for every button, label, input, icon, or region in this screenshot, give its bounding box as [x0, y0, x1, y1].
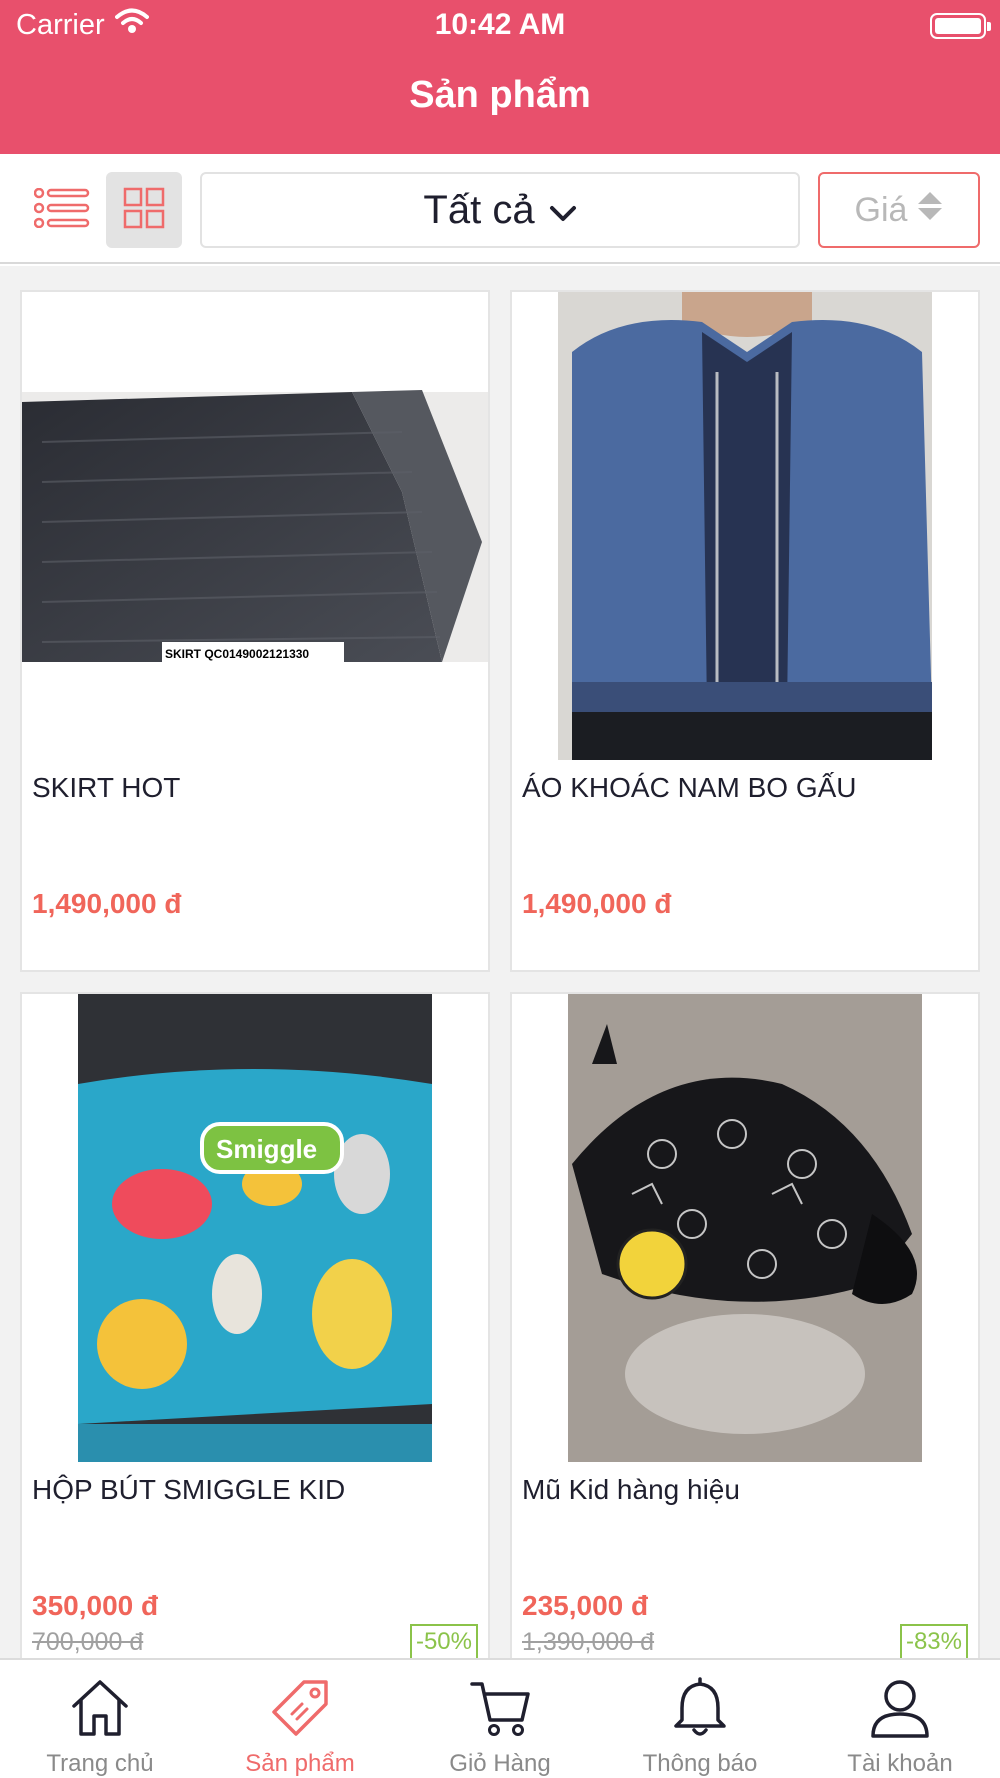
- tab-products-label: Sản phẩm: [245, 1750, 355, 1777]
- product-original-price: 1,390,000 đ: [522, 1628, 655, 1656]
- tab-home[interactable]: Trang chủ: [0, 1660, 200, 1778]
- home-icon: [66, 1674, 134, 1742]
- product-price: 235,000 đ: [522, 1590, 649, 1621]
- product-price: 1,490,000 đ: [32, 888, 182, 919]
- tab-home-label: Trang chủ: [46, 1750, 154, 1777]
- app-header: Carrier 10:42 AM Sản phẩm: [0, 0, 1000, 154]
- category-label: Tất cả: [423, 187, 535, 232]
- tab-notifications[interactable]: Thông báo: [600, 1660, 800, 1778]
- product-image: [512, 292, 978, 760]
- status-bar: Carrier 10:42 AM: [0, 0, 1000, 52]
- grid-icon: [123, 187, 165, 234]
- tab-account-label: Tài khoản: [847, 1750, 953, 1777]
- svg-text:Smiggle: Smiggle: [216, 1134, 317, 1164]
- product-image: SKIRT QC0149002121330: [22, 292, 488, 760]
- product-grid: SKIRT QC0149002121330 SKIRT HOT 1,490,00…: [0, 266, 1000, 1658]
- product-image: Smiggle: [22, 994, 488, 1462]
- battery-icon: [930, 13, 991, 39]
- product-card[interactable]: ÁO KHOÁC NAM BO GẤU 1,490,000 đ: [510, 290, 980, 972]
- product-name: Mũ Kid hàng hiệu: [522, 1474, 740, 1505]
- product-name: SKIRT HOT: [32, 772, 181, 803]
- product-card[interactable]: Smiggle HỘP BÚT SMIGGLE KID 350,000 đ 70…: [20, 992, 490, 1658]
- price-sort-button[interactable]: Giá: [818, 172, 980, 248]
- product-name: ÁO KHOÁC NAM BO GẤU: [522, 772, 857, 803]
- discount-badge: -50%: [409, 1624, 478, 1658]
- chevron-down-icon: [549, 188, 577, 233]
- sort-label: Giá: [854, 190, 908, 229]
- product-card[interactable]: SKIRT QC0149002121330 SKIRT HOT 1,490,00…: [20, 290, 490, 972]
- bottom-tab-bar: Trang chủ Sản phẩm Giỏ Hàng Thông báo Tà…: [0, 1658, 1000, 1778]
- product-price: 1,490,000 đ: [522, 888, 672, 919]
- product-name: HỘP BÚT SMIGGLE KID: [32, 1474, 346, 1505]
- tab-cart-label: Giỏ Hàng: [449, 1750, 551, 1777]
- product-price: 350,000 đ: [32, 1590, 159, 1621]
- bell-icon: [666, 1674, 734, 1742]
- tab-cart[interactable]: Giỏ Hàng: [400, 1660, 600, 1778]
- tag-icon: [266, 1674, 334, 1742]
- discount-badge: -83%: [899, 1624, 968, 1658]
- list-icon: [33, 187, 90, 233]
- tab-account[interactable]: Tài khoản: [800, 1660, 1000, 1778]
- cart-icon: [466, 1674, 534, 1742]
- product-card[interactable]: Mũ Kid hàng hiệu 235,000 đ 1,390,000 đ -…: [510, 992, 980, 1658]
- status-time: 10:42 AM: [434, 8, 566, 41]
- product-tag-text: SKIRT QC0149002121330: [165, 647, 309, 661]
- tab-notifications-label: Thông báo: [642, 1750, 758, 1777]
- page-title: Sản phẩm: [409, 74, 591, 116]
- filter-toolbar: Tất cả Giá: [0, 154, 1000, 264]
- product-original-price: 700,000 đ: [32, 1628, 144, 1656]
- tab-products[interactable]: Sản phẩm: [200, 1660, 400, 1778]
- sort-arrows-icon: [917, 191, 943, 230]
- grid-view-button[interactable]: [106, 172, 182, 248]
- list-view-button[interactable]: [24, 172, 100, 248]
- user-icon: [866, 1674, 934, 1742]
- category-dropdown[interactable]: Tất cả: [200, 172, 800, 248]
- product-image: [512, 994, 978, 1462]
